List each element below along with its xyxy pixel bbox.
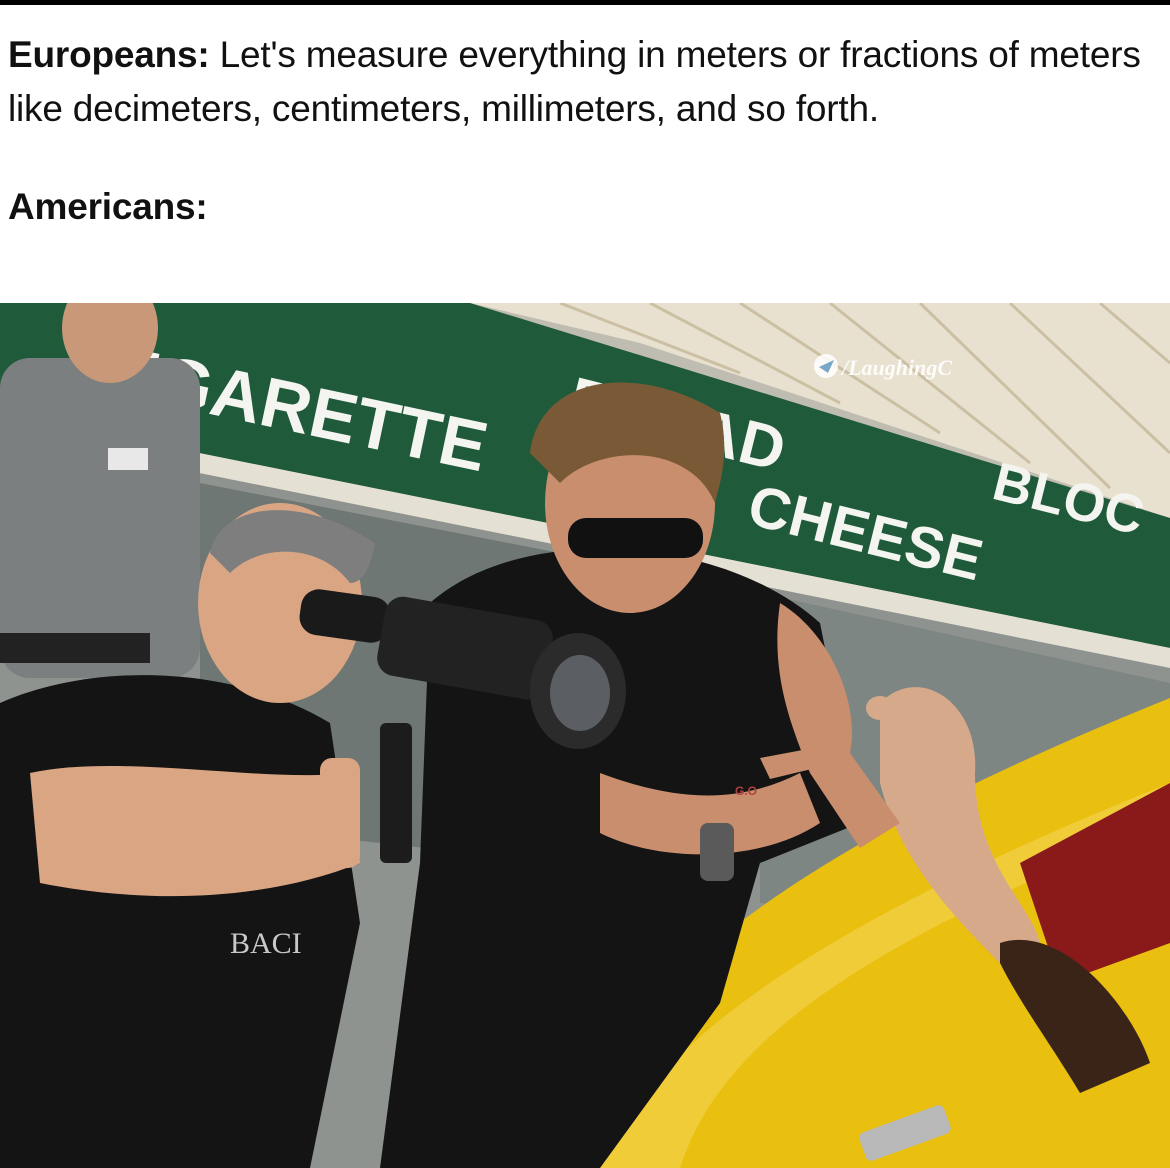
meme-photo: IGARETTE BREAD CHEESE BLOC /LaughingC bbox=[0, 303, 1170, 1168]
meme-caption: Europeans: Let's measure everything in m… bbox=[8, 28, 1166, 234]
caption-line-europeans: Europeans: Let's measure everything in m… bbox=[8, 28, 1166, 136]
speaker-europeans: Europeans: bbox=[8, 34, 210, 75]
shirt-print: BACI bbox=[230, 927, 302, 960]
photo-illustration: IGARETTE BREAD CHEESE BLOC /LaughingC bbox=[0, 303, 1170, 1168]
watermark: /LaughingC bbox=[840, 355, 952, 380]
top-rule bbox=[0, 0, 1170, 5]
window-tag: G.O bbox=[735, 784, 757, 798]
background-man bbox=[0, 303, 200, 678]
caption-line-americans: Americans: bbox=[8, 180, 1166, 234]
speaker-americans: Americans: bbox=[8, 186, 208, 227]
